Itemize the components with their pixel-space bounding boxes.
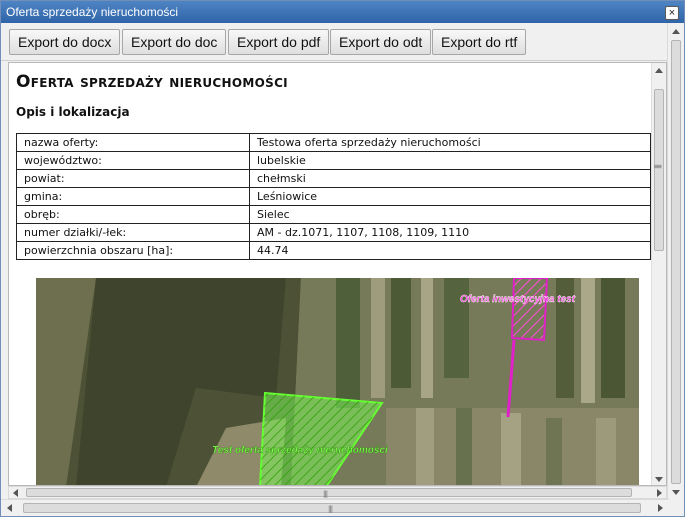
sale-offer-label: Test oferta sprzedaży nieruchomości bbox=[212, 445, 388, 456]
document-horizontal-scrollbar[interactable]: ||| bbox=[8, 486, 667, 499]
scroll-left-icon[interactable] bbox=[7, 504, 12, 512]
table-row: powierzchnia obszaru [ha]: 44.74 bbox=[16, 241, 651, 260]
row-label: nazwa oferty: bbox=[16, 133, 250, 152]
scroll-thumb[interactable] bbox=[671, 40, 681, 484]
document-title: Oferta sprzedaży nieruchomości bbox=[16, 72, 288, 92]
investment-offer-label: Oferta inwestycyjna test bbox=[460, 294, 576, 305]
table-row: numer działki/-łek: AM - dz.1071, 1107, 1… bbox=[16, 223, 651, 242]
document-viewer: Oferta sprzedaży nieruchomości Opis i lo… bbox=[8, 62, 667, 486]
close-icon: × bbox=[668, 7, 676, 19]
export-rtf-button[interactable]: Export do rtf bbox=[432, 29, 527, 55]
window-title: Oferta sprzedaży nieruchomości bbox=[6, 5, 179, 19]
export-toolbar: Export do docx Export do doc Export do p… bbox=[1, 23, 684, 61]
property-info-table: nazwa oferty: Testowa oferta sprzedaży ni… bbox=[16, 133, 651, 260]
window-vertical-scrollbar[interactable] bbox=[667, 23, 684, 501]
grip-icon: ||| bbox=[328, 505, 333, 513]
scroll-thumb[interactable]: ||| bbox=[26, 488, 632, 498]
dialog-window: Oferta sprzedaży nieruchomości × Export … bbox=[0, 0, 685, 517]
table-row: województwo: lubelskie bbox=[16, 151, 651, 170]
scroll-up-icon[interactable] bbox=[655, 68, 663, 73]
row-value: Leśniowice bbox=[249, 187, 651, 206]
scroll-down-icon[interactable] bbox=[655, 477, 663, 482]
table-row: powiat: chełmski bbox=[16, 169, 651, 188]
scroll-right-icon[interactable] bbox=[657, 489, 662, 497]
row-label: obręb: bbox=[16, 205, 250, 224]
grip-icon: ||| bbox=[323, 490, 328, 498]
window-horizontal-scrollbar[interactable]: ||| bbox=[1, 499, 669, 516]
scroll-down-icon[interactable] bbox=[672, 490, 680, 495]
document-vertical-scrollbar[interactable]: ||| bbox=[651, 63, 666, 485]
scroll-thumb[interactable]: ||| bbox=[654, 89, 664, 251]
aerial-map[interactable]: Oferta inwestycyjna test Test oferta spr… bbox=[36, 278, 639, 486]
row-label: gmina: bbox=[16, 187, 250, 206]
row-label: numer działki/-łek: bbox=[16, 223, 250, 242]
table-row: nazwa oferty: Testowa oferta sprzedaży ni… bbox=[16, 133, 651, 152]
grip-icon: ||| bbox=[654, 163, 663, 169]
row-value: AM - dz.1071, 1107, 1108, 1109, 1110 bbox=[249, 223, 651, 242]
scroll-up-icon[interactable] bbox=[672, 29, 680, 34]
row-value: Testowa oferta sprzedaży nieruchomości bbox=[249, 133, 651, 152]
row-value: lubelskie bbox=[249, 151, 651, 170]
export-doc-button[interactable]: Export do doc bbox=[122, 29, 227, 55]
export-pdf-button[interactable]: Export do pdf bbox=[228, 29, 330, 55]
title-bar[interactable]: Oferta sprzedaży nieruchomości × bbox=[1, 1, 684, 23]
row-value: Sielec bbox=[249, 205, 651, 224]
export-docx-button[interactable]: Export do docx bbox=[9, 29, 121, 55]
export-odt-button[interactable]: Export do odt bbox=[330, 29, 432, 55]
table-row: obręb: Sielec bbox=[16, 205, 651, 224]
row-value: chełmski bbox=[249, 169, 651, 188]
row-value: 44.74 bbox=[249, 241, 651, 260]
table-row: gmina: Leśniowice bbox=[16, 187, 651, 206]
row-label: powiat: bbox=[16, 169, 250, 188]
investment-offer-polygon[interactable] bbox=[510, 278, 549, 342]
row-label: powierzchnia obszaru [ha]: bbox=[16, 241, 250, 260]
scroll-left-icon[interactable] bbox=[13, 489, 18, 497]
scroll-thumb[interactable]: ||| bbox=[23, 503, 641, 513]
row-label: województwo: bbox=[16, 151, 250, 170]
section-heading: Opis i lokalizacja bbox=[16, 105, 130, 119]
close-button[interactable]: × bbox=[665, 6, 679, 20]
scroll-right-icon[interactable] bbox=[658, 504, 663, 512]
